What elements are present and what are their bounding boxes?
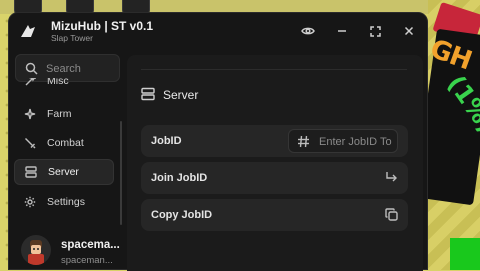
sword-icon: [24, 137, 36, 149]
sidebar-item-server[interactable]: Server: [14, 159, 114, 185]
join-jobid-label: Join JobID: [151, 172, 208, 184]
content-panel: Server JobID Join JobID Copy JobID: [127, 55, 423, 271]
sidebar-item-misc[interactable]: Misc: [14, 78, 114, 94]
divider: [141, 69, 407, 70]
sidebar-item-label: Settings: [47, 196, 85, 208]
hub-logo-icon: [19, 23, 37, 39]
server-icon: [25, 166, 37, 178]
sidebar-item-combat[interactable]: Combat: [14, 130, 114, 156]
jobid-input-box[interactable]: [288, 129, 399, 153]
minimize-button[interactable]: [333, 22, 351, 40]
sidebar-item-label: Combat: [47, 137, 84, 149]
section-title: Server: [163, 88, 199, 102]
copy-jobid-button[interactable]: Copy JobID: [141, 199, 408, 231]
jobid-row: JobID: [141, 125, 408, 157]
sidebar-scrollbar[interactable]: [120, 121, 122, 225]
sidebar-item-label: Misc: [47, 78, 69, 87]
sidebar-item-label: Server: [48, 166, 79, 178]
hub-window: MizuHub | ST v0.1 Slap Tower Search Misc…: [8, 12, 428, 271]
search-icon: [25, 62, 38, 75]
titlebar[interactable]: MizuHub | ST v0.1 Slap Tower: [9, 13, 427, 49]
maximize-button[interactable]: [366, 22, 384, 40]
sidebar-item-settings[interactable]: Settings: [14, 189, 114, 215]
user-handle: spaceman...: [61, 255, 113, 266]
user-profile: spacema... spaceman...: [17, 231, 129, 271]
avatar: [21, 235, 51, 265]
eye-icon: [301, 27, 315, 35]
visibility-button[interactable]: [299, 22, 317, 40]
window-title: MizuHub | ST v0.1: [51, 19, 154, 33]
copy-jobid-label: Copy JobID: [151, 209, 213, 221]
wand-icon: [24, 78, 36, 87]
copy-icon: [385, 208, 398, 226]
game-green-block: [450, 238, 480, 270]
maximize-icon: [369, 25, 381, 37]
user-name: spacema...: [61, 239, 120, 251]
close-icon: [404, 26, 414, 36]
sparkle-icon: [24, 108, 36, 120]
gear-icon: [24, 196, 36, 208]
search-input[interactable]: [44, 59, 120, 79]
server-section-icon: [141, 87, 155, 106]
window-subtitle: Slap Tower: [51, 33, 93, 43]
sidebar-item-farm[interactable]: Farm: [14, 101, 114, 127]
minimize-icon: [338, 30, 346, 32]
join-jobid-button[interactable]: Join JobID: [141, 162, 408, 194]
close-button[interactable]: [400, 22, 418, 40]
return-arrow-icon: [385, 171, 398, 189]
hash-icon: [298, 135, 309, 148]
jobid-input[interactable]: [317, 133, 399, 151]
sidebar-item-label: Farm: [47, 108, 72, 120]
jobid-label: JobID: [151, 135, 182, 147]
